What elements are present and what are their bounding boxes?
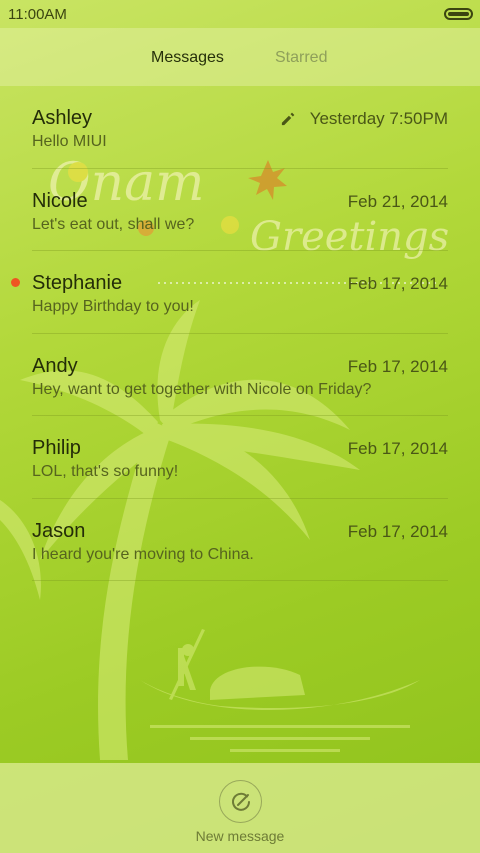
header-tabs: Messages Starred bbox=[0, 28, 480, 86]
message-snippet: Hello MIUI bbox=[32, 133, 107, 150]
status-bar: 11:00AM bbox=[0, 0, 480, 28]
conversation-row-ashley[interactable]: Ashley Yesterday 7:50PM Hello MIUI bbox=[0, 86, 480, 169]
conversation-row-nicole[interactable]: Nicole Feb 21, 2014 Let's eat out, shall… bbox=[0, 169, 480, 251]
new-message-label: New message bbox=[195, 828, 285, 844]
battery-icon bbox=[444, 8, 473, 20]
row-divider bbox=[32, 580, 448, 581]
message-time: Feb 17, 2014 bbox=[347, 521, 448, 541]
message-snippet: Happy Birthday to you! bbox=[32, 298, 194, 315]
message-snippet: I heard you're moving to China. bbox=[32, 545, 254, 563]
tab-messages[interactable]: Messages bbox=[151, 49, 224, 67]
new-message-button[interactable] bbox=[219, 780, 262, 823]
contact-name: Jason bbox=[32, 519, 86, 542]
message-time: Feb 17, 2014 bbox=[347, 356, 448, 376]
contact-name: Ashley bbox=[32, 107, 93, 129]
tab-starred[interactable]: Starred bbox=[275, 49, 327, 67]
conversation-row-philip[interactable]: Philip Feb 17, 2014 LOL, that's so funny… bbox=[0, 416, 480, 499]
message-snippet: Hey, want to get together with Nicole on… bbox=[32, 380, 372, 398]
contact-name: Andy bbox=[32, 354, 78, 377]
contact-name: Stephanie bbox=[32, 272, 123, 294]
bottom-action-bar: New message bbox=[0, 763, 480, 853]
message-snippet: LOL, that's so funny! bbox=[32, 463, 179, 480]
conversation-row-jason[interactable]: Jason Feb 17, 2014 I heard you're moving… bbox=[0, 499, 480, 581]
message-time: Feb 17, 2014 bbox=[347, 439, 448, 458]
contact-name: Nicole bbox=[32, 189, 88, 212]
message-time: Yesterday 7:50PM bbox=[309, 109, 448, 128]
unread-indicator bbox=[11, 278, 20, 287]
contact-name: Philip bbox=[32, 437, 81, 459]
message-snippet: Let's eat out, shall we? bbox=[32, 215, 195, 233]
pencil-icon bbox=[281, 112, 295, 126]
conversation-row-andy[interactable]: Andy Feb 17, 2014 Hey, want to get toget… bbox=[0, 334, 480, 416]
conversation-list: Ashley Yesterday 7:50PM Hello MIUI Nicol… bbox=[0, 86, 480, 581]
message-time: Feb 17, 2014 bbox=[347, 274, 448, 293]
compose-icon bbox=[232, 792, 250, 811]
conversation-row-stephanie[interactable]: Stephanie Feb 17, 2014 Happy Birthday to… bbox=[0, 251, 480, 334]
status-clock: 11:00AM bbox=[8, 6, 67, 23]
message-time: Feb 21, 2014 bbox=[347, 191, 448, 211]
